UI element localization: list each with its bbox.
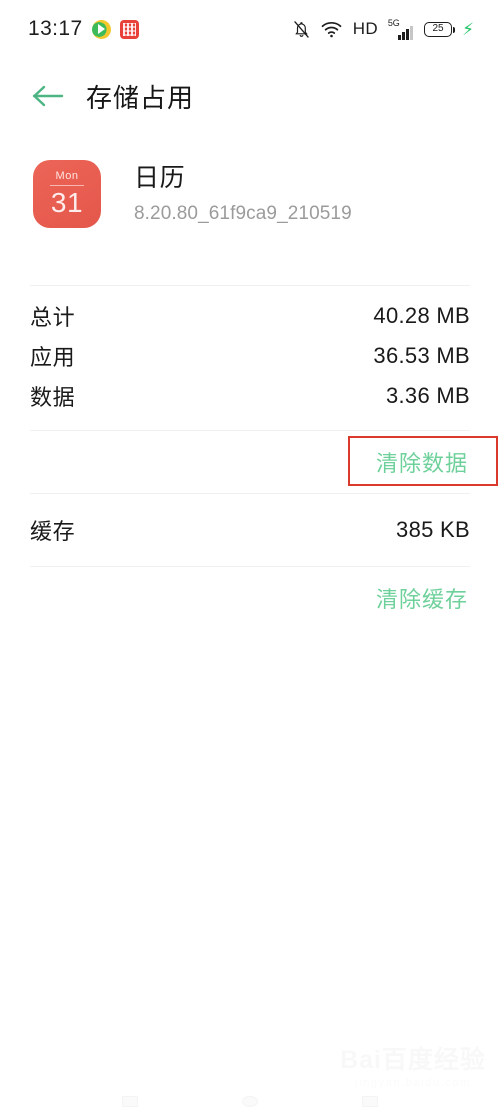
status-bar-clock: 13:17 [28,17,83,40]
status-bar: 13:17 HD 5G 25 ⚡ [0,0,500,58]
row-value-data: 3.36 MB [385,383,470,408]
divider-top [30,285,470,286]
signal-5g-icon: 5G [387,17,414,40]
system-nav-bar [0,1091,500,1111]
clear-cache-row: 清除缓存 [30,567,470,629]
calendar-icon-day: 31 [50,186,84,218]
row-value-app: 36.53 MB [373,343,470,368]
row-label-data: 数据 [30,385,76,410]
row-value-total: 40.28 MB [373,303,470,328]
table-row: 应用 36.53 MB [30,336,470,376]
status-bar-right: HD 5G 25 ⚡ [293,17,474,40]
back-button-nav[interactable] [362,1095,378,1107]
network-type-label: 5G [387,17,400,28]
play-store-icon [91,19,111,39]
watermark-url: jingyan.baidu.com [355,1077,471,1089]
divider-before-cache [30,493,470,494]
row-label-total: 总计 [30,305,76,330]
row-value-cache: 385 KB [396,517,470,542]
page-title: 存储占用 [86,82,195,113]
row-label-app: 应用 [30,345,76,370]
bell-off-icon [293,20,309,38]
hd-label: HD [352,19,378,38]
storage-list: 总计 40.28 MB 应用 36.53 MB 数据 3.36 MB 清除数据 … [0,285,500,629]
phone-screen: 13:17 HD 5G 25 ⚡ 存储占用 Mon 31 日历 8.20.80_… [0,0,500,1111]
calendar-icon-rule [50,184,84,186]
recents-button[interactable] [122,1095,138,1107]
app-meta: 日历 8.20.80_61f9ca9_210519 [134,160,352,225]
app-name: 日历 [134,164,186,192]
charging-bolt-icon: ⚡ [462,19,474,39]
status-bar-left: 13:17 [28,17,139,41]
battery-percent-label: 25 [432,23,444,34]
table-row: 总计 40.28 MB [30,296,470,336]
signal-bars [397,25,414,40]
table-row: 缓存 385 KB [30,510,470,550]
app-header: Mon 31 日历 8.20.80_61f9ca9_210519 [0,160,500,228]
app-version: 8.20.80_61f9ca9_210519 [134,203,352,225]
table-row: 数据 3.36 MB [30,376,470,416]
calendar-icon-weekday: Mon [55,169,79,182]
watermark: Bai百度经验 jingyan.baidu.com [340,1046,486,1090]
clear-data-row: 清除数据 [30,431,470,493]
clear-data-button[interactable]: 清除数据 [374,442,470,482]
home-button[interactable] [242,1095,258,1107]
battery-icon: 25 [424,21,456,37]
clear-cache-button[interactable]: 清除缓存 [374,578,470,618]
calendar-app-icon: Mon 31 [33,160,101,228]
row-label-cache: 缓存 [30,519,76,544]
arrow-left-icon [32,85,64,107]
app-bar: 存储占用 [0,58,500,134]
watermark-title: Bai百度经验 [340,1046,486,1074]
wifi-icon [321,21,342,37]
red-app-icon [119,19,139,39]
back-button[interactable] [22,70,74,122]
